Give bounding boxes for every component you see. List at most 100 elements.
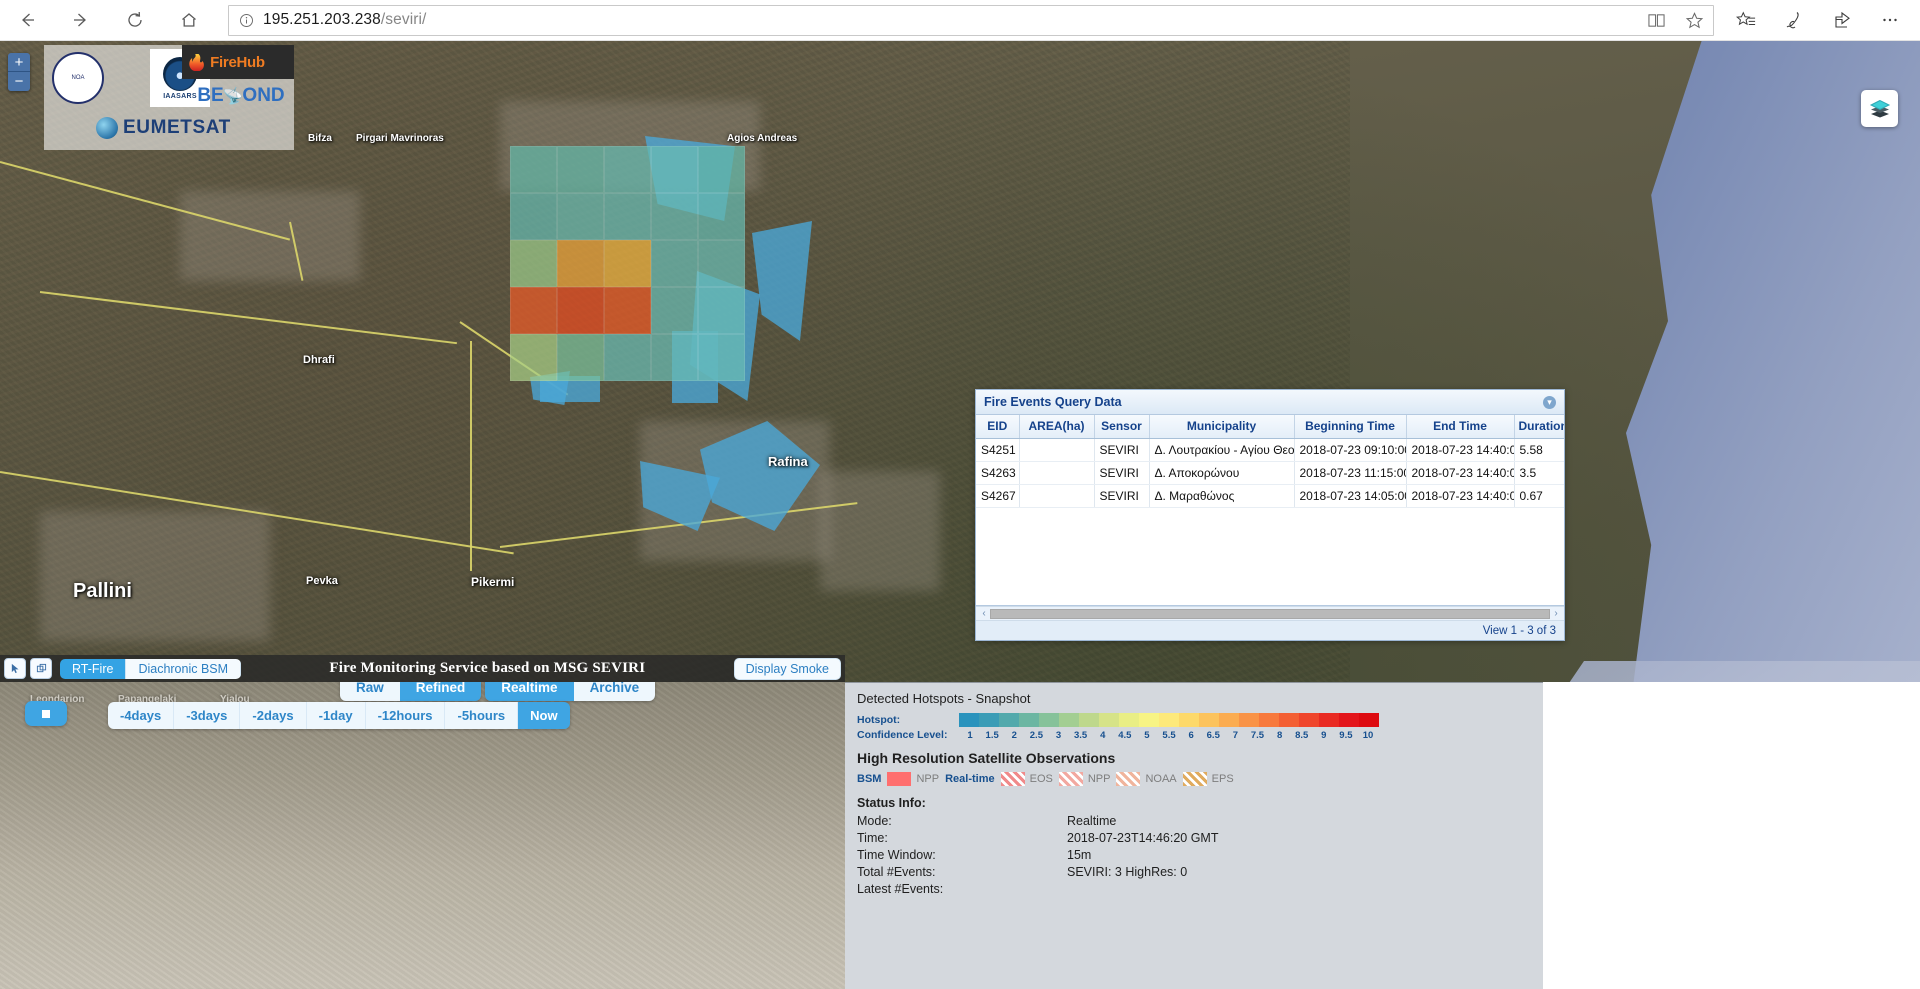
fire-events-table-body[interactable]: EID AREA(ha) Sensor Municipality Beginni…: [976, 415, 1564, 606]
status-key: Time:: [857, 830, 888, 845]
horizontal-scrollbar[interactable]: ‹ ›: [976, 606, 1564, 620]
cell-sensor: SEVIRI: [1094, 461, 1150, 485]
tick: 5.5: [1162, 729, 1176, 741]
cell-end: 2018-07-23 14:40:0(: [1406, 461, 1515, 485]
legend-label-eps: EPS: [1211, 773, 1234, 785]
right-blank-area: [1543, 682, 1920, 989]
scroll-right-arrow[interactable]: ›: [1550, 608, 1562, 619]
stop-square-icon: [42, 709, 50, 718]
layers-button[interactable]: [1861, 90, 1898, 127]
reading-view-icon[interactable]: [1637, 5, 1675, 36]
time-button-1day[interactable]: -1day: [306, 702, 366, 729]
hotspot-colorbar-row: Hotspot:: [857, 713, 1531, 727]
tick: 5: [1144, 729, 1150, 741]
home-button[interactable]: [162, 0, 216, 41]
column-header-eid[interactable]: EID: [976, 415, 1020, 439]
column-header-sensor[interactable]: Sensor: [1094, 415, 1150, 439]
confidence-scale-row: Confidence Level: 1 1.5 2 2.5 3 3.5 4 4.…: [857, 729, 1531, 741]
address-bar[interactable]: 195.251.203.238/seviri/: [228, 4, 1714, 36]
map-canvas[interactable]: + − NOA IAASARS 🔥 FireHub BE📡OND EUMETSA…: [0, 41, 1920, 989]
beyond-logo-text: BE📡OND: [197, 85, 285, 108]
tick: 1.5: [985, 729, 999, 741]
pointer-icon[interactable]: [4, 658, 26, 679]
cell-municipality: Δ. Μαραθώνος: [1149, 484, 1295, 508]
cell-beginning: 2018-07-23 09:10:00: [1294, 438, 1407, 462]
column-header-municipality[interactable]: Municipality: [1149, 415, 1295, 439]
column-header-duration[interactable]: Duration: [1514, 415, 1564, 439]
scrollbar-thumb[interactable]: [990, 608, 1550, 619]
column-header-end[interactable]: End Time: [1406, 415, 1515, 439]
zoom-in-button[interactable]: +: [8, 53, 30, 72]
flame-icon: 🔥: [186, 52, 208, 72]
url-host: 195.251.203.238: [263, 11, 381, 28]
url-path: /seviri/: [380, 11, 427, 28]
cell-area: [1019, 438, 1095, 462]
favorites-hub-icon[interactable]: [1722, 0, 1770, 41]
refined-button[interactable]: Refined: [399, 682, 482, 701]
hotspot-grid[interactable]: [510, 146, 745, 381]
status-row-latest: Latest #Events:: [857, 881, 1531, 898]
forward-button[interactable]: [54, 0, 108, 41]
cell-end: 2018-07-23 14:40:0(: [1406, 438, 1515, 462]
tick: 2.5: [1029, 729, 1043, 741]
archive-button[interactable]: Archive: [573, 682, 656, 701]
tick: 2: [1011, 729, 1017, 741]
time-button-12hours[interactable]: -12hours: [365, 702, 446, 729]
control-strip: Leondarion Papangelaki Yialou Raw Refine…: [0, 682, 845, 989]
refresh-button[interactable]: [108, 0, 162, 41]
panel-header: Fire Events Query Data ▾: [976, 390, 1564, 415]
panel-collapse-icon[interactable]: ▾: [1543, 395, 1556, 409]
service-title: Fire Monitoring Service based on MSG SEV…: [329, 660, 646, 676]
url-text: 195.251.203.238/seviri/: [263, 11, 426, 29]
map-mode-tabs: RT-Fire Diachronic BSM: [60, 658, 242, 679]
status-row-total: Total #Events: SEVIRI: 3 HighRes: 0: [857, 864, 1531, 881]
time-button-4days[interactable]: -4days: [108, 702, 175, 729]
favorite-star-icon[interactable]: [1675, 5, 1713, 36]
table-row[interactable]: S4267 SEVIRI Δ. Μαραθώνος 2018-07-23 14:…: [976, 484, 1564, 508]
stop-button[interactable]: [25, 701, 67, 726]
legend-label-eos: EOS: [1029, 773, 1053, 785]
table-header-row: EID AREA(ha) Sensor Municipality Beginni…: [976, 415, 1564, 439]
realtime-button[interactable]: Realtime: [485, 682, 574, 701]
back-button[interactable]: [0, 0, 54, 41]
duplicate-icon[interactable]: [30, 658, 52, 679]
cell-beginning: 2018-07-23 14:05:00: [1294, 484, 1407, 508]
column-header-area[interactable]: AREA(ha): [1019, 415, 1095, 439]
time-button-5hours[interactable]: -5hours: [445, 702, 519, 729]
hires-title: High Resolution Satellite Observations: [857, 750, 1116, 766]
zoom-out-button[interactable]: −: [8, 72, 30, 91]
notes-pen-icon[interactable]: [1770, 0, 1818, 41]
table-row[interactable]: S4263 SEVIRI Δ. Αποκορώνου 2018-07-23 11…: [976, 461, 1564, 485]
status-title: Status Info:: [857, 796, 926, 810]
scroll-left-arrow[interactable]: ‹: [978, 608, 990, 619]
info-panel: Detected Hotspots - Snapshot Hotspot: Co…: [845, 682, 1543, 989]
status-row-mode: Mode: Realtime: [857, 813, 1531, 830]
status-value: 15m: [1067, 847, 1092, 862]
column-header-beginning[interactable]: Beginning Time: [1294, 415, 1407, 439]
site-info-icon[interactable]: [229, 13, 263, 28]
firehub-logo: 🔥 FireHub: [182, 45, 294, 79]
record-count-text: View 1 - 3 of 3: [1482, 624, 1556, 637]
time-button-now[interactable]: Now: [518, 702, 570, 729]
time-button-2days[interactable]: -2days: [240, 702, 307, 729]
cell-eid: S4263: [976, 461, 1020, 485]
time-button-3days[interactable]: -3days: [174, 702, 241, 729]
map-urban-area: [820, 471, 940, 591]
status-row-time: Time: 2018-07-23T14:46:20 GMT: [857, 830, 1531, 847]
cell-area: [1019, 484, 1095, 508]
legend-label-npp-1: NPP: [916, 773, 940, 785]
satellite-dish-icon: 📡: [221, 85, 245, 108]
panel-title: Fire Events Query Data: [984, 395, 1122, 409]
display-smoke-button[interactable]: Display Smoke: [733, 657, 841, 680]
eumetsat-logo: EUMETSAT: [96, 111, 286, 145]
map-zoom-control[interactable]: + −: [8, 53, 30, 91]
raw-button[interactable]: Raw: [340, 682, 400, 701]
tick: 1: [967, 729, 973, 741]
share-icon[interactable]: [1818, 0, 1866, 41]
table-row[interactable]: S4251 SEVIRI Δ. Λoυτρακίου - Αγίου Θεοδώ…: [976, 438, 1564, 462]
tab-diachronic-bsm[interactable]: Diachronic BSM: [126, 658, 242, 679]
mode-button-bar: Raw Refined Realtime Archive: [340, 682, 656, 701]
more-settings-icon[interactable]: [1866, 0, 1914, 41]
legend-swatch-npp: [1116, 772, 1141, 786]
tab-rt-fire[interactable]: RT-Fire: [60, 658, 127, 679]
